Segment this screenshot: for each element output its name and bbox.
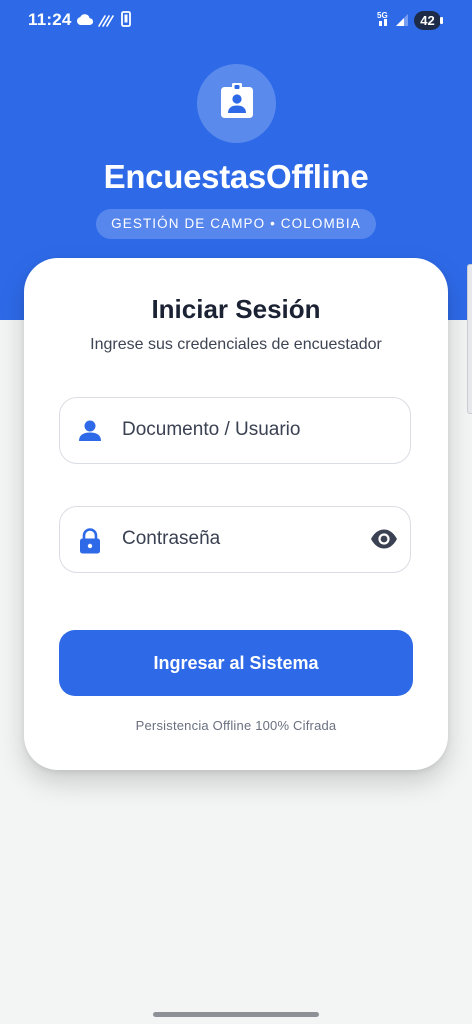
home-indicator[interactable]: [153, 1012, 319, 1017]
username-field[interactable]: [59, 397, 411, 464]
login-submit-button[interactable]: Ingresar al Sistema: [59, 630, 413, 696]
username-input[interactable]: [122, 398, 362, 462]
app-subtitle-badge: GESTIÓN DE CAMPO • COLOMBIA: [96, 209, 376, 239]
battery-cap: [440, 17, 443, 24]
person-icon: [79, 419, 101, 443]
password-field[interactable]: [59, 506, 411, 573]
signal-icon: [394, 12, 410, 33]
cloud-icon: [76, 13, 94, 31]
login-card: Iniciar Sesión Ingrese sus credenciales …: [24, 258, 448, 770]
network-5g-icon: 5G: [376, 10, 394, 33]
app-title: EncuestasOffline: [103, 158, 369, 195]
login-title: Iniciar Sesión: [151, 294, 321, 324]
app-logo: [197, 64, 276, 143]
status-bar: 11:24 5G 42: [0, 0, 472, 40]
lock-icon: [79, 528, 101, 554]
security-note: Persistencia Offline 100% Cifrada: [135, 718, 337, 733]
data-sync-icon: [98, 14, 114, 32]
eye-icon[interactable]: [370, 529, 398, 549]
badge-icon: [219, 82, 255, 125]
app-subtitle-wrap: GESTIÓN DE CAMPO • COLOMBIA: [0, 209, 472, 239]
battery-icon: 42: [414, 11, 441, 30]
status-time: 11:24: [28, 10, 72, 29]
password-input[interactable]: [122, 507, 362, 571]
login-subtitle: Ingrese sus credenciales de encuestador: [90, 336, 382, 353]
vibrate-icon: [121, 11, 131, 32]
side-scroll-handle[interactable]: [467, 264, 472, 414]
svg-text:5G: 5G: [377, 11, 388, 20]
